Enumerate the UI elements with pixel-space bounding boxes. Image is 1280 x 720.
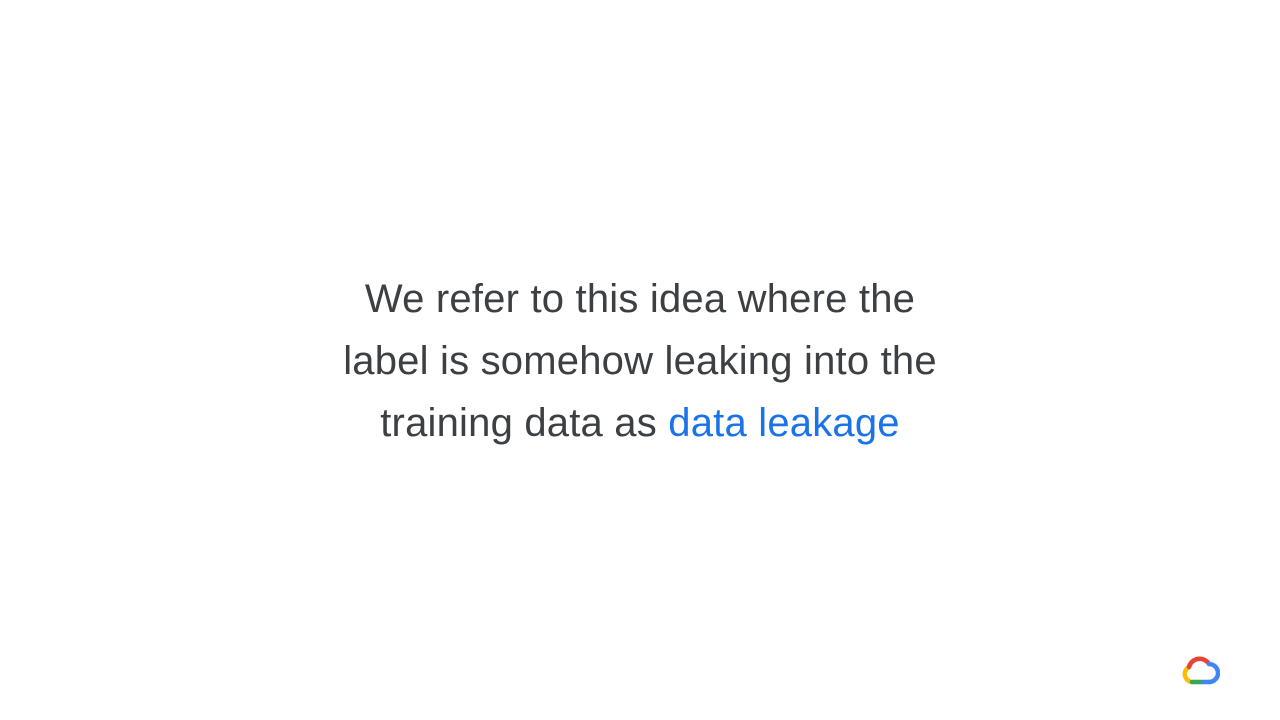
statement-line-3: training data as data leakage xyxy=(240,392,1040,454)
statement-line-3-text: training data as xyxy=(380,401,669,445)
google-cloud-logo-icon xyxy=(1182,656,1220,685)
slide-statement: We refer to this idea where the label is… xyxy=(240,268,1040,454)
statement-line-1: We refer to this idea where the xyxy=(364,277,916,321)
highlighted-term: data leakage xyxy=(668,401,900,445)
statement-line-2: label is somehow leaking into the xyxy=(343,339,937,383)
slide: We refer to this idea where the label is… xyxy=(0,0,1280,720)
